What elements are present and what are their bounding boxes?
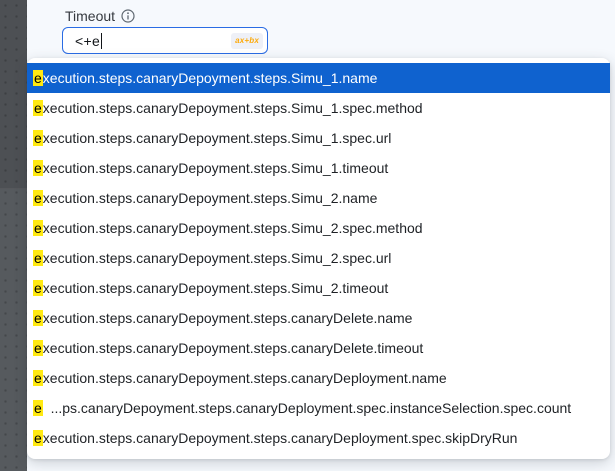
suggestion-text: xecution.steps.canaryDepoyment.steps.Sim… bbox=[43, 130, 392, 146]
match-highlight: e bbox=[33, 340, 43, 356]
pipeline-canvas bbox=[0, 0, 27, 471]
suggestion-item[interactable]: execution.steps.canaryDepoyment.steps.Si… bbox=[27, 153, 610, 183]
expression-suggestions-dropdown: execution.steps.canaryDepoyment.steps.Si… bbox=[27, 58, 610, 459]
suggestion-item[interactable]: execution.steps.canaryDepoyment.steps.Si… bbox=[27, 63, 610, 93]
expression-badge-icon: ax+bx bbox=[231, 33, 263, 49]
match-highlight: e bbox=[33, 160, 43, 176]
suggestion-item[interactable]: execution.steps.canaryDepoyment.steps.ca… bbox=[27, 303, 610, 333]
match-highlight: e bbox=[33, 250, 43, 266]
match-highlight: e bbox=[33, 400, 43, 416]
suggestion-text: ...ps.canaryDepoyment.steps.canaryDeploy… bbox=[43, 400, 571, 416]
timeout-input-value: <+e bbox=[75, 33, 100, 49]
suggestion-item[interactable]: execution.steps.canaryDepoyment.steps.ca… bbox=[27, 363, 610, 393]
match-highlight: e bbox=[33, 100, 43, 116]
match-highlight: e bbox=[33, 130, 43, 146]
timeout-input[interactable]: <+e ax+bx bbox=[62, 27, 268, 54]
suggestion-item[interactable]: execution.steps.canaryDepoyment.steps.Si… bbox=[27, 183, 610, 213]
suggestion-text: xecution.steps.canaryDepoyment.steps.Sim… bbox=[43, 70, 378, 86]
suggestion-item[interactable]: execution.steps.canaryDepoyment.steps.Si… bbox=[27, 273, 610, 303]
suggestion-item[interactable]: e ...ps.canaryDepoyment.steps.canaryDepl… bbox=[27, 393, 610, 423]
canvas-panel-edge bbox=[0, 0, 27, 189]
suggestion-text: xecution.steps.canaryDepoyment.steps.Sim… bbox=[43, 220, 423, 236]
suggestion-item[interactable]: execution.steps.canaryDepoyment.steps.Si… bbox=[27, 123, 610, 153]
suggestion-text: xecution.steps.canaryDepoyment.steps.can… bbox=[43, 340, 424, 356]
suggestion-text: xecution.steps.canaryDepoyment.steps.can… bbox=[43, 370, 447, 386]
match-highlight: e bbox=[33, 370, 43, 386]
suggestion-text: xecution.steps.canaryDepoyment.steps.Sim… bbox=[43, 280, 389, 296]
suggestion-text: xecution.steps.canaryDepoyment.steps.can… bbox=[43, 430, 518, 446]
match-highlight: e bbox=[33, 280, 43, 296]
suggestion-text: xecution.steps.canaryDepoyment.steps.Sim… bbox=[43, 160, 389, 176]
suggestion-text: xecution.steps.canaryDepoyment.steps.Sim… bbox=[43, 250, 392, 266]
match-highlight: e bbox=[33, 70, 43, 86]
timeout-field-label: Timeout bbox=[65, 6, 135, 26]
match-highlight: e bbox=[33, 430, 43, 446]
suggestion-text: xecution.steps.canaryDepoyment.steps.Sim… bbox=[43, 100, 423, 116]
text-caret bbox=[101, 33, 102, 49]
suggestion-text: xecution.steps.canaryDepoyment.steps.can… bbox=[43, 310, 413, 326]
match-highlight: e bbox=[33, 220, 43, 236]
match-highlight: e bbox=[33, 190, 43, 206]
field-label-text: Timeout bbox=[65, 8, 115, 24]
match-highlight: e bbox=[33, 310, 43, 326]
suggestion-text: xecution.steps.canaryDepoyment.steps.Sim… bbox=[43, 190, 378, 206]
suggestion-item[interactable]: execution.steps.canaryDepoyment.steps.Si… bbox=[27, 213, 610, 243]
suggestion-item[interactable]: execution.steps.canaryDepoyment.steps.ca… bbox=[27, 423, 610, 453]
suggestion-item[interactable]: execution.steps.canaryDepoyment.steps.ca… bbox=[27, 333, 610, 363]
suggestion-item[interactable]: execution.steps.canaryDepoyment.steps.Si… bbox=[27, 243, 610, 273]
screen: Timeout <+e ax+bx execution.steps.canary… bbox=[0, 0, 615, 471]
suggestion-item[interactable]: execution.steps.canaryDepoyment.steps.Si… bbox=[27, 93, 610, 123]
info-icon[interactable] bbox=[121, 9, 135, 23]
